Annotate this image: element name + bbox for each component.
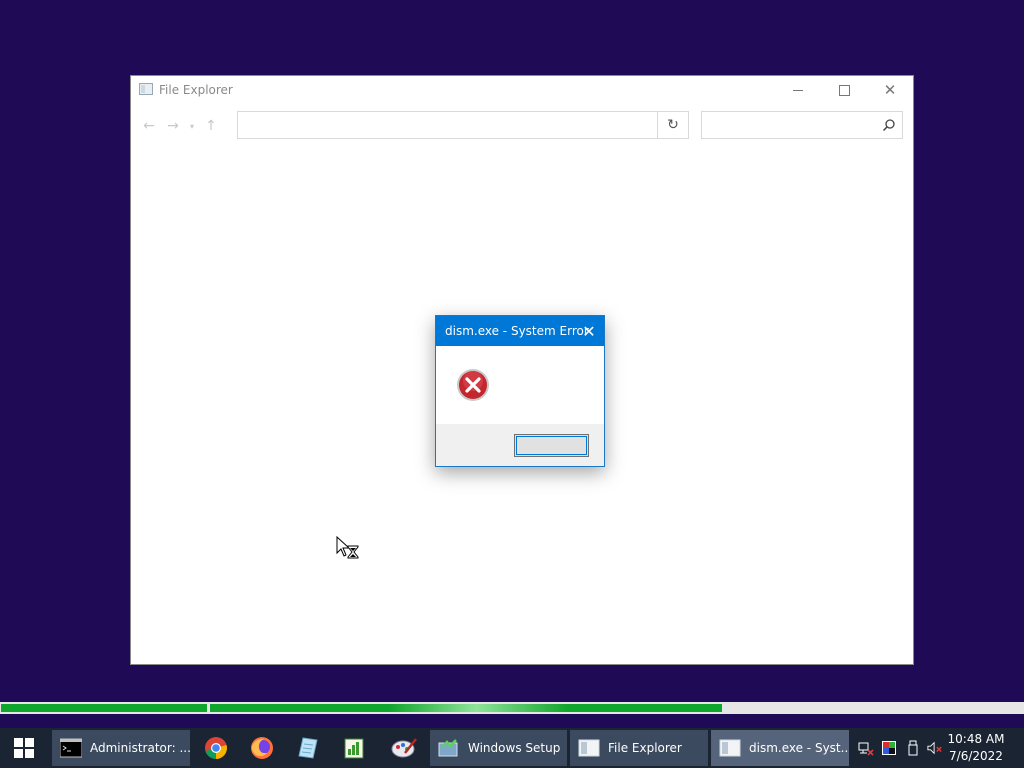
back-arrow-icon: ← [143, 118, 155, 134]
taskbar-item-label: dism.exe - Syst... [749, 741, 849, 755]
file-explorer-title: File Explorer [159, 83, 233, 97]
minimize-icon [793, 89, 803, 91]
network-icon[interactable] [858, 740, 874, 756]
firefox-icon [251, 737, 273, 759]
search-icon [882, 119, 895, 132]
close-icon: ✕ [582, 321, 596, 341]
console-icon [60, 738, 82, 758]
clock-date: 7/6/2022 [949, 749, 1003, 763]
dialog-footer [436, 424, 604, 466]
taskbar-pin-chrome[interactable] [193, 728, 239, 768]
progress-strip [0, 702, 1024, 714]
windows-logo-icon [14, 738, 34, 758]
error-icon [457, 369, 489, 401]
explorer-icon [719, 739, 741, 757]
taskbar-item-label: Windows Setup [468, 741, 561, 755]
usb-icon[interactable] [905, 740, 921, 756]
search-input[interactable] [701, 111, 903, 139]
minimize-button[interactable] [775, 76, 821, 104]
progress-segment-complete [1, 704, 207, 712]
spreadsheet-icon [344, 738, 364, 759]
up-arrow-icon: ↑ [205, 118, 217, 134]
forward-button[interactable]: → [161, 114, 185, 138]
explorer-icon [578, 739, 600, 757]
refresh-button[interactable]: ↻ [657, 111, 689, 139]
file-explorer-titlebar[interactable]: File Explorer ✕ [131, 76, 913, 106]
taskbar-item-label: Administrator: ... [90, 741, 190, 755]
forward-arrow-icon: → [167, 118, 179, 134]
taskbar-pin-notepad[interactable] [285, 728, 331, 768]
color-icon[interactable] [881, 740, 897, 756]
recent-locations-button[interactable]: ▾ [185, 114, 199, 138]
setup-icon [438, 739, 458, 757]
taskbar-item-file-explorer[interactable]: File Explorer [570, 730, 708, 766]
taskbar-item-windows-setup[interactable]: Windows Setup [430, 730, 567, 766]
dialog-title: dism.exe - System Error [445, 324, 589, 338]
maximize-button[interactable] [821, 76, 867, 104]
taskbar: Administrator: ... Windows Setup File Ex… [0, 728, 1024, 768]
start-button[interactable] [0, 728, 48, 768]
system-error-dialog: dism.exe - System Error ✕ [435, 315, 605, 467]
clock-time: 10:48 AM [947, 732, 1005, 746]
system-clock[interactable]: 10:48 AM 7/6/2022 [946, 731, 1006, 765]
paint-icon [391, 738, 417, 758]
taskbar-pin-paint[interactable] [381, 728, 427, 768]
progress-segment-current [210, 704, 722, 712]
busy-cursor-icon [336, 536, 359, 559]
taskbar-item-dism-error[interactable]: dism.exe - Syst... [711, 730, 849, 766]
refresh-icon: ↻ [667, 117, 679, 133]
close-button[interactable]: ✕ [867, 76, 913, 104]
taskbar-pin-spreadsheet[interactable] [331, 728, 377, 768]
dialog-body [436, 346, 604, 424]
navigation-buttons: ← → ▾ ↑ [137, 112, 223, 140]
close-icon: ✕ [883, 80, 897, 99]
dialog-close-button[interactable]: ✕ [574, 316, 604, 346]
taskbar-item-administrator-console[interactable]: Administrator: ... [52, 730, 190, 766]
address-bar[interactable] [237, 111, 687, 139]
taskbar-pin-firefox[interactable] [239, 728, 285, 768]
maximize-icon [838, 84, 850, 96]
file-explorer-app-icon [139, 83, 153, 95]
chevron-down-icon: ▾ [189, 121, 194, 131]
dialog-titlebar[interactable]: dism.exe - System Error ✕ [436, 316, 604, 346]
dialog-ok-button[interactable] [514, 434, 589, 457]
back-button[interactable]: ← [137, 114, 161, 138]
chrome-icon [205, 737, 227, 759]
taskbar-item-label: File Explorer [608, 741, 682, 755]
notepad-icon [298, 737, 318, 759]
volume-muted-icon[interactable] [927, 740, 943, 756]
up-button[interactable]: ↑ [199, 114, 223, 138]
